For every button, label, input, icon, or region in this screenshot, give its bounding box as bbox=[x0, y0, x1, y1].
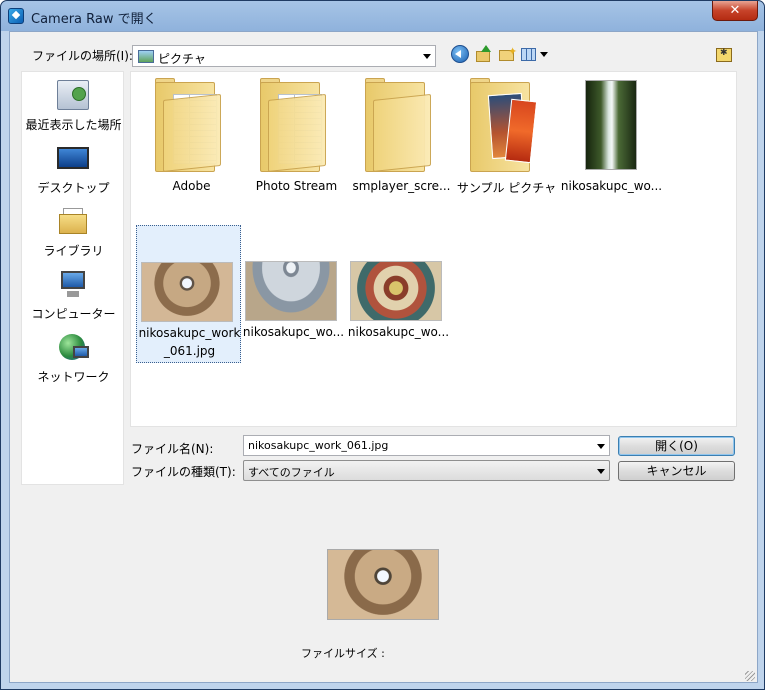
file-item-label: nikosakupc_wo... bbox=[347, 325, 450, 339]
folder-icon bbox=[260, 78, 326, 172]
chevron-down-icon[interactable] bbox=[423, 54, 431, 59]
file-item-label: nikosakupc_wo... bbox=[560, 179, 663, 193]
file-item-label: nikosakupc_wo... bbox=[242, 325, 345, 339]
cancel-button[interactable]: キャンセル bbox=[618, 461, 735, 481]
file-item-folder[interactable]: Photo Stream bbox=[244, 72, 349, 200]
resize-grip-icon[interactable] bbox=[745, 671, 755, 681]
look-in-value: ピクチャ bbox=[158, 52, 206, 66]
place-desktop[interactable]: デスクトップ bbox=[22, 139, 125, 199]
filename-label: ファイル名(N): bbox=[131, 442, 214, 456]
recent-places-icon bbox=[57, 80, 89, 110]
filesize-label: ファイルサイズ : bbox=[301, 647, 385, 660]
image-thumbnail bbox=[245, 261, 337, 321]
filename-value: nikosakupc_work_061.jpg bbox=[248, 439, 389, 452]
window-title: Camera Raw で開く bbox=[31, 12, 157, 27]
filename-input[interactable]: nikosakupc_work_061.jpg bbox=[243, 435, 610, 456]
place-label: デスクトップ bbox=[37, 181, 110, 195]
places-bar: 最近表示した場所 デスクトップ ライブラリ コンピューター ネットワーク bbox=[21, 71, 124, 485]
file-item-image[interactable]: nikosakupc_wo... bbox=[559, 72, 664, 200]
file-item-folder[interactable]: サンプル ピクチャ bbox=[454, 72, 559, 200]
back-arrow-icon[interactable] bbox=[451, 45, 469, 63]
chevron-down-icon[interactable] bbox=[597, 444, 605, 449]
pictures-folder-icon bbox=[138, 50, 154, 63]
preview-image bbox=[327, 549, 439, 620]
desktop-icon bbox=[57, 147, 89, 169]
place-computer[interactable]: コンピューター bbox=[22, 265, 125, 325]
file-item-label: サンプル ピクチャ bbox=[456, 181, 557, 195]
place-recent[interactable]: 最近表示した場所 bbox=[22, 76, 125, 136]
network-icon bbox=[57, 332, 89, 362]
place-label: ネットワーク bbox=[37, 370, 110, 384]
new-folder-icon[interactable]: ✦ bbox=[498, 45, 517, 63]
chevron-down-icon[interactable] bbox=[597, 469, 605, 474]
library-icon bbox=[57, 206, 89, 236]
place-label: コンピューター bbox=[31, 307, 116, 321]
place-label: ライブラリ bbox=[43, 244, 104, 258]
title-bar[interactable]: Camera Raw で開く ✕ bbox=[1, 1, 764, 31]
file-item-image-selected[interactable]: nikosakupc_work _061.jpg bbox=[136, 225, 241, 363]
image-thumbnail bbox=[350, 261, 442, 321]
filetype-value: すべてのファイル bbox=[248, 466, 335, 479]
file-item-label: smplayer_scre... bbox=[352, 179, 451, 193]
image-thumbnail bbox=[585, 80, 637, 170]
look-in-dropdown[interactable]: ピクチャ bbox=[132, 45, 436, 67]
up-folder-icon[interactable] bbox=[475, 45, 493, 63]
dialog-window: Camera Raw で開く ✕ ファイルの場所(I): ピクチャ ✦ 最近表示… bbox=[0, 0, 765, 690]
camera-raw-app-icon bbox=[8, 8, 24, 24]
photos-folder-icon bbox=[470, 78, 538, 172]
look-in-label: ファイルの場所(I): bbox=[32, 49, 133, 63]
file-item-label: nikosakupc_work bbox=[138, 326, 241, 340]
file-list: Adobe Photo Stream smplayer_scre... サンプル… bbox=[130, 71, 737, 427]
favorite-folder-icon[interactable] bbox=[716, 48, 732, 62]
filetype-label: ファイルの種類(T): bbox=[131, 465, 236, 479]
place-label: 最近表示した場所 bbox=[25, 118, 122, 132]
computer-icon bbox=[57, 269, 89, 299]
file-item-label: Adobe bbox=[172, 179, 211, 193]
file-item-folder[interactable]: Adobe bbox=[139, 72, 244, 200]
file-item-image[interactable]: nikosakupc_wo... bbox=[346, 225, 451, 353]
place-network[interactable]: ネットワーク bbox=[22, 328, 125, 388]
image-thumbnail bbox=[141, 262, 233, 322]
open-button[interactable]: 開く(O) bbox=[618, 436, 735, 456]
file-item-label: Photo Stream bbox=[255, 179, 338, 193]
file-item-folder[interactable]: smplayer_scre... bbox=[349, 72, 454, 200]
file-item-label-line2: _061.jpg bbox=[163, 344, 216, 358]
place-library[interactable]: ライブラリ bbox=[22, 202, 125, 262]
view-menu-icon[interactable] bbox=[521, 45, 549, 63]
folder-icon bbox=[155, 78, 221, 172]
close-button[interactable]: ✕ bbox=[712, 1, 758, 21]
file-item-image[interactable]: nikosakupc_wo... bbox=[241, 225, 346, 353]
filetype-dropdown[interactable]: すべてのファイル bbox=[243, 460, 610, 481]
folder-icon bbox=[365, 78, 431, 172]
